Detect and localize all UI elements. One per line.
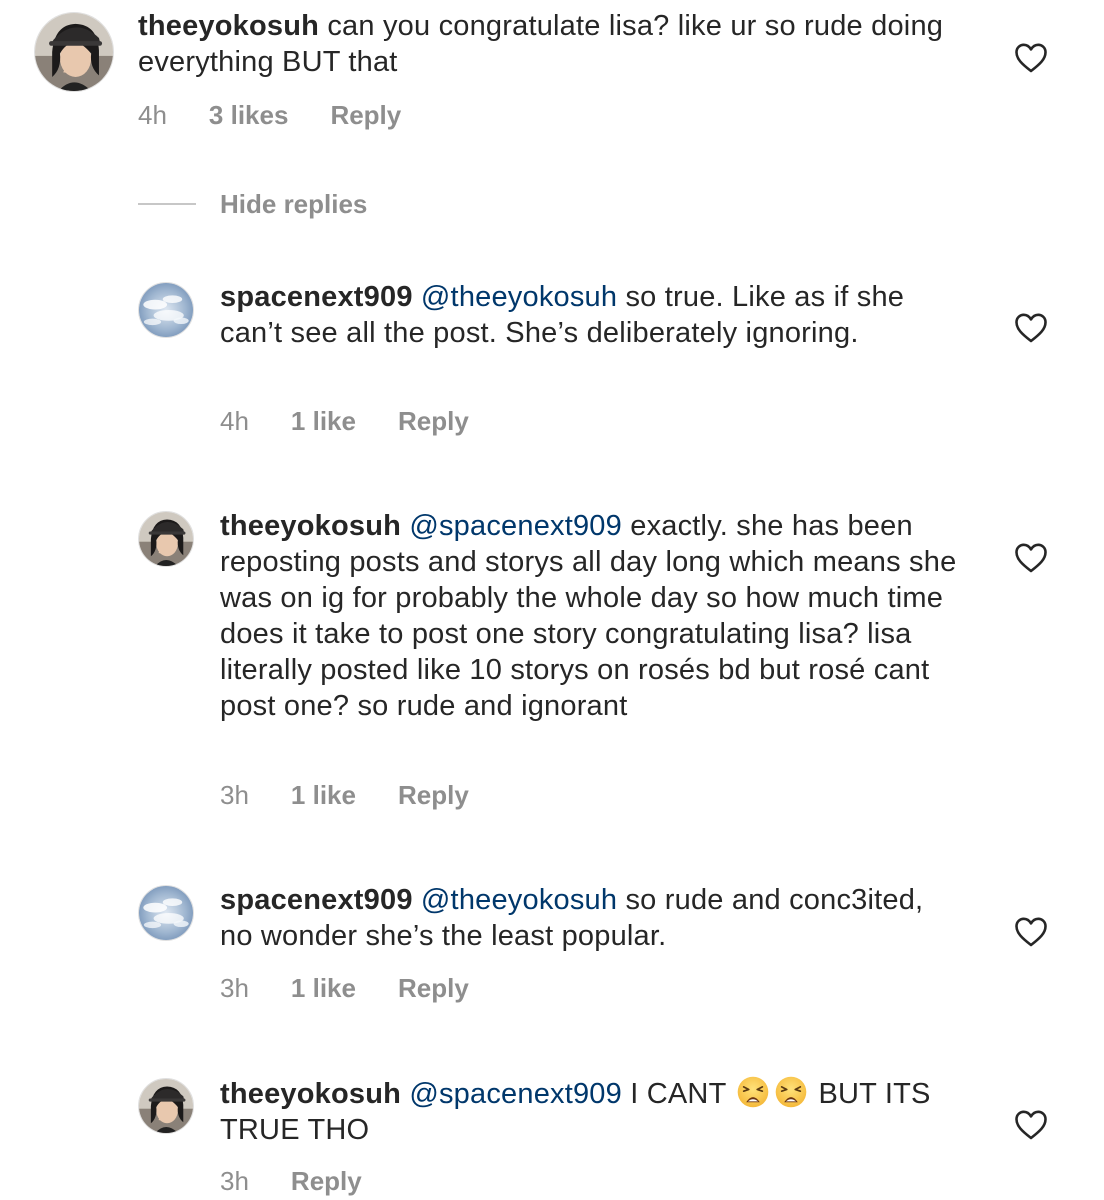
like-button[interactable] — [1014, 42, 1048, 74]
avatar[interactable] — [138, 511, 194, 567]
likes-count[interactable]: 1 like — [291, 406, 356, 436]
reply-button[interactable]: Reply — [398, 406, 469, 436]
heart-outline-icon — [1014, 916, 1048, 948]
avatar[interactable] — [138, 885, 194, 941]
username[interactable]: theeyokosuh — [220, 510, 401, 542]
comment-meta: 4h 1 like Reply — [220, 406, 511, 436]
avatar[interactable] — [138, 1078, 194, 1134]
timestamp: 4h — [220, 406, 249, 436]
comment-text: theeyokosuh can you congratulate lisa? l… — [138, 8, 958, 80]
likes-count[interactable]: 1 like — [291, 780, 356, 810]
like-button[interactable] — [1014, 312, 1048, 344]
avatar[interactable] — [138, 282, 194, 338]
mention-link[interactable]: @spacenext909 — [409, 510, 622, 542]
mention-link[interactable]: @spacenext909 — [409, 1078, 622, 1110]
comment-meta: 3h 1 like Reply — [220, 973, 511, 1003]
like-button[interactable] — [1014, 1109, 1048, 1141]
profile-photo-girl-cap-icon — [139, 1079, 193, 1133]
timestamp: 3h — [220, 780, 249, 810]
likes-count[interactable]: 3 likes — [209, 100, 289, 130]
divider-line — [138, 203, 196, 205]
comment-text: spacenext909 @theeyokosuh so rude and co… — [220, 882, 960, 954]
comment-text: theeyokosuh @spacenext909 I CANT BUT ITS… — [220, 1075, 960, 1148]
heart-outline-icon — [1014, 42, 1048, 74]
profile-photo-girl-cap-icon — [35, 13, 113, 91]
reply-button[interactable]: Reply — [330, 100, 401, 130]
avatar[interactable] — [34, 12, 114, 92]
username[interactable]: spacenext909 — [220, 281, 413, 313]
like-button[interactable] — [1014, 542, 1048, 574]
likes-count[interactable]: 1 like — [291, 973, 356, 1003]
timestamp: 3h — [220, 1166, 249, 1196]
like-button[interactable] — [1014, 916, 1048, 948]
mention-link[interactable]: @theeyokosuh — [421, 884, 617, 916]
profile-photo-girl-cap-icon — [139, 512, 193, 566]
weary-face-emoji-icon — [774, 1075, 808, 1109]
comment-meta: 4h 3 likes Reply — [138, 100, 443, 130]
reply-button[interactable]: Reply — [398, 973, 469, 1003]
weary-face-emoji-icon — [736, 1075, 770, 1109]
profile-photo-sky-clouds-icon — [139, 283, 193, 337]
username[interactable]: theeyokosuh — [138, 10, 319, 42]
hide-replies-button[interactable]: Hide replies — [138, 188, 367, 220]
comment-meta: 3h Reply — [220, 1166, 404, 1196]
comment-meta: 3h 1 like Reply — [220, 780, 511, 810]
reply-button[interactable]: Reply — [291, 1166, 362, 1196]
heart-outline-icon — [1014, 1109, 1048, 1141]
reply-button[interactable]: Reply — [398, 780, 469, 810]
username[interactable]: theeyokosuh — [220, 1078, 401, 1110]
timestamp: 3h — [220, 973, 249, 1003]
timestamp: 4h — [138, 100, 167, 130]
comment-text: spacenext909 @theeyokosuh so true. Like … — [220, 279, 960, 351]
username[interactable]: spacenext909 — [220, 884, 413, 916]
comment-text: theeyokosuh @spacenext909 exactly. she h… — [220, 508, 972, 724]
comment-body: I CANT — [630, 1078, 726, 1110]
profile-photo-sky-clouds-icon — [139, 886, 193, 940]
heart-outline-icon — [1014, 542, 1048, 574]
hide-replies-label: Hide replies — [220, 188, 368, 219]
mention-link[interactable]: @theeyokosuh — [421, 281, 617, 313]
heart-outline-icon — [1014, 312, 1048, 344]
